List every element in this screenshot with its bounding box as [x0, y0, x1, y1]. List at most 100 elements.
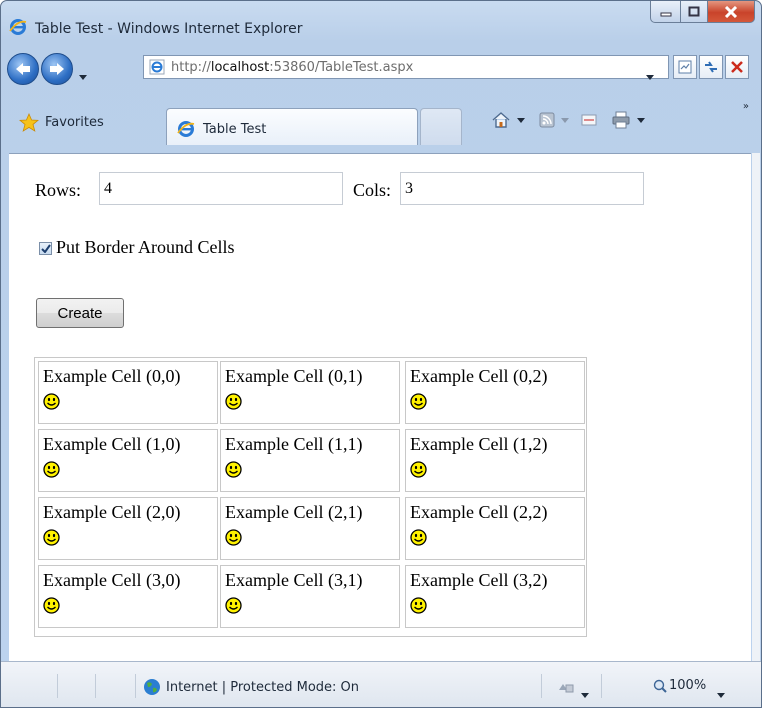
address-bar[interactable]: http://localhost:53860/TableTest.aspx: [143, 55, 669, 80]
mail-button[interactable]: [581, 113, 597, 127]
feeds-button[interactable]: [539, 112, 555, 128]
smiley-icon: [410, 597, 427, 614]
globe-icon: [144, 679, 160, 695]
smiley-icon: [225, 393, 242, 410]
status-divider: [135, 674, 136, 698]
maximize-button[interactable]: [681, 1, 708, 23]
smiley-icon: [410, 393, 427, 410]
zoom-level: 100%: [669, 678, 707, 693]
smiley-icon: [43, 597, 60, 614]
cell-text: Example Cell (1,0): [43, 434, 181, 454]
back-button[interactable]: [7, 53, 39, 85]
table-cell: Example Cell (0,2): [405, 361, 585, 424]
close-button[interactable]: [708, 1, 755, 23]
minimize-button[interactable]: [650, 1, 681, 23]
url-scheme: http://: [171, 60, 211, 75]
rows-input[interactable]: [99, 172, 343, 205]
tab-bar: Favorites Table Test »: [1, 93, 761, 153]
command-bar: [491, 111, 651, 129]
refresh-button[interactable]: [699, 55, 723, 79]
ie-logo-icon: [177, 121, 195, 137]
zoom-dropdown[interactable]: [717, 683, 725, 702]
zoom-control[interactable]: 100%: [653, 678, 706, 693]
status-divider: [57, 674, 58, 698]
chevron-down-icon: [717, 693, 725, 698]
table-cell: Example Cell (0,0): [38, 361, 218, 424]
star-icon: [19, 113, 39, 132]
cell-text: Example Cell (2,0): [43, 502, 181, 522]
stop-button[interactable]: [725, 55, 749, 79]
print-dropdown[interactable]: [637, 117, 645, 123]
tab-label: Table Test: [203, 122, 267, 137]
page-icon: [149, 59, 165, 75]
page-content: Rows: Cols: Put Border Around Cells Crea…: [9, 153, 751, 662]
smiley-icon: [225, 597, 242, 614]
zone-dropdown[interactable]: [581, 683, 589, 702]
favorites-button[interactable]: Favorites: [19, 113, 104, 132]
home-dropdown[interactable]: [517, 117, 525, 123]
zoom-icon: [653, 679, 667, 693]
title-bar[interactable]: Table Test - Windows Internet Explorer: [1, 1, 761, 45]
page-right-edge: [752, 153, 760, 661]
printer-icon: [612, 111, 630, 129]
protected-mode-icon[interactable]: [557, 680, 575, 694]
smiley-icon: [225, 529, 242, 546]
table-cell: Example Cell (2,0): [38, 497, 218, 560]
more-commands-icon[interactable]: »: [743, 101, 749, 112]
compatibility-view-icon: [678, 60, 692, 74]
smiley-icon: [43, 393, 60, 410]
table-cell: Example Cell (1,1): [220, 429, 400, 492]
table-cell: Example Cell (1,2): [405, 429, 585, 492]
cell-text: Example Cell (0,0): [43, 366, 181, 386]
window-title: Table Test - Windows Internet Explorer: [35, 21, 303, 37]
stop-icon: [731, 61, 743, 73]
smiley-icon: [43, 529, 60, 546]
feeds-dropdown[interactable]: [561, 117, 569, 123]
cell-text: Example Cell (2,1): [225, 502, 363, 522]
smiley-icon: [410, 529, 427, 546]
print-button[interactable]: [611, 111, 631, 129]
compatibility-button[interactable]: [673, 55, 697, 79]
cell-text: Example Cell (1,1): [225, 434, 363, 454]
rss-feed-icon: [539, 112, 555, 128]
table-cell: Example Cell (3,1): [220, 565, 400, 628]
checkmark-icon: [40, 244, 51, 253]
status-divider: [601, 674, 602, 698]
table-cell: Example Cell (2,1): [220, 497, 400, 560]
minimize-icon: [660, 12, 671, 16]
cols-input[interactable]: [400, 172, 644, 205]
table-cell: Example Cell (1,0): [38, 429, 218, 492]
table-cell: Example Cell (3,0): [38, 565, 218, 628]
favorites-label: Favorites: [45, 115, 104, 130]
table-cell: Example Cell (3,2): [405, 565, 585, 628]
cell-text: Example Cell (0,1): [225, 366, 363, 386]
cell-text: Example Cell (2,2): [410, 502, 548, 522]
smiley-icon: [410, 461, 427, 478]
cell-text: Example Cell (3,2): [410, 570, 548, 590]
address-url: http://localhost:53860/TableTest.aspx: [171, 60, 413, 75]
table-cell: Example Cell (2,2): [405, 497, 585, 560]
smiley-icon: [43, 461, 60, 478]
cell-text: Example Cell (3,1): [225, 570, 363, 590]
url-path: :53860/TableTest.aspx: [269, 60, 414, 75]
cell-text: Example Cell (3,0): [43, 570, 181, 590]
home-icon: [492, 112, 510, 128]
new-tab-button[interactable]: [420, 108, 462, 145]
ie-logo-icon: [9, 19, 27, 35]
url-host: localhost: [210, 60, 270, 75]
browser-window: Table Test - Windows Internet Explorer h…: [0, 0, 762, 708]
forward-arrow-icon: [50, 63, 64, 75]
chevron-down-icon: [517, 117, 525, 123]
border-checkbox-label[interactable]: Put Border Around Cells: [56, 237, 235, 258]
history-dropdown[interactable]: [79, 65, 87, 84]
home-button[interactable]: [491, 111, 511, 129]
forward-button[interactable]: [41, 53, 73, 85]
create-button[interactable]: Create: [36, 298, 124, 328]
chevron-down-icon: [646, 75, 654, 80]
security-zone-text[interactable]: Internet | Protected Mode: On: [166, 680, 359, 695]
chevron-down-icon: [637, 117, 645, 123]
border-checkbox[interactable]: [39, 242, 52, 255]
address-dropdown[interactable]: [646, 65, 654, 84]
tab-table-test[interactable]: Table Test: [166, 108, 418, 145]
chevron-down-icon: [581, 693, 589, 698]
